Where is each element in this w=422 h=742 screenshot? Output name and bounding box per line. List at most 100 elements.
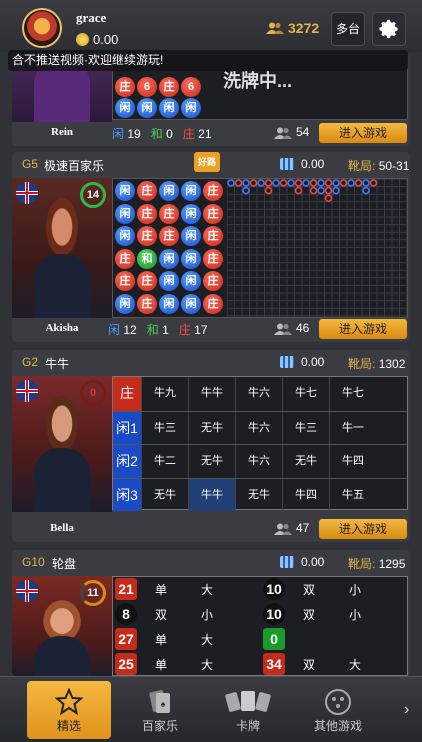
bead-cell: 闲 [159,248,179,269]
niuniu-row: 闲3 无牛 牛牛 无牛 牛四 牛五 [113,477,407,511]
niuniu-row: 闲2 牛二 无牛 牛六 无牛 牛四 [113,444,407,478]
roulette-number: 21 [115,578,137,600]
roulette-row: 25 单 大 [115,652,255,675]
dealer-name: Rein [51,126,73,138]
bead-cell: 闲 [181,181,201,201]
card-header: G2 牛牛 0.00 靴局: 1302 [12,350,410,374]
niuniu-cell: 牛六 [235,377,282,411]
enter-game-button[interactable]: 进入游戏 [319,123,407,143]
game-name: 极速百家乐 [44,159,105,173]
round-label: 靴局: [348,357,376,371]
card-header: G5 极速百家乐 好路 0.00 靴局: 50-31 [12,152,410,176]
bead-cell: 庄 [203,293,223,314]
players-count: 54 [296,125,310,139]
niuniu-cell: 无牛 [282,445,329,478]
game-name: 牛牛 [45,357,70,371]
niuniu-cell: 牛六 [235,445,282,478]
roulette-row: 10 双 小 [263,577,403,601]
niuniu-cell: 牛四 [282,478,329,511]
settings-button[interactable] [372,12,406,46]
big-road-mark [362,179,370,187]
bead-cell: 庄 [203,181,223,201]
bead-cell: 闲 [115,293,135,314]
roulette-number: 10 [263,603,285,625]
roulette-size: 大 [200,658,213,672]
card-header: G10 轮盘 0.00 靴局: 1295 [12,550,410,574]
bead-cell: 闲 [115,181,135,201]
bead-cell: 闲 [159,293,179,314]
big-road-mark [294,179,303,187]
dealer-photo[interactable]: 14 [12,178,112,318]
bead-cell: 6 [137,77,157,97]
dealer-figure [34,448,90,512]
big-road-mark [264,186,273,195]
bead-cell: 闲 [137,98,157,118]
shoe-value: 0.00 [301,157,325,171]
roulette-row: 8 双 小 [115,602,255,626]
bead-cell: 闲 [115,98,135,118]
roulette-size: 大 [200,633,213,647]
bead-cell: 庄 [137,181,157,201]
dealer-photo[interactable]: 11 [12,576,112,676]
banker-count: 17 [194,323,208,337]
enter-game-button[interactable]: 进入游戏 [319,519,407,539]
big-road-mark [309,186,318,195]
big-road-mark [309,179,318,187]
roulette-parity: 单 [154,583,167,597]
top-header: grace 0.00 3272 多台 [0,0,422,52]
tab-label: 卡牌 [235,719,260,733]
tie-label: 和 [146,323,159,337]
bead-cell: 庄 [115,77,135,97]
uk-flag-icon [16,380,38,402]
players-icon [274,127,292,139]
roulette-parity: 双 [302,583,315,597]
big-road-mark [354,179,363,187]
big-road [227,179,407,317]
niuniu-cell: 牛三 [282,411,329,444]
dealer-photo[interactable]: 0 [12,376,112,512]
big-road-mark [287,179,295,187]
card-deck-icon [225,691,271,712]
result-stats: 闲 19 和 0 庄 21 [112,125,212,142]
bead-cell: 庄 [203,271,223,291]
shoe-icon [280,556,294,568]
roulette-row: 10 双 小 [263,602,403,626]
bottom-tab-bar: 精选 ♠ 百家乐 卡牌 其他游戏 › [0,676,422,742]
multi-table-button[interactable]: 多台 [331,12,365,46]
big-road-mark [257,179,265,187]
roulette-size: 大 [200,583,213,597]
bead-cell: 庄 [115,248,135,269]
dealer-figure [34,636,90,676]
enter-game-button[interactable]: 进入游戏 [319,319,407,339]
bead-cell: 闲 [159,181,179,201]
tab-cards[interactable]: 卡牌 [206,681,290,739]
tab-label: 其他游戏 [313,719,362,733]
roulette-size: 小 [348,608,361,622]
niuniu-cell: 牛六 [235,411,282,444]
niuniu-cell: 牛九 [141,377,188,411]
big-road-mark [324,186,333,195]
round-info: 靴局: 1295 [348,555,405,572]
avatar[interactable] [22,8,62,48]
round-value: 50-31 [378,159,410,173]
player-count: 12 [123,323,137,337]
big-road-mark [272,179,280,187]
bead-cell: 庄 [137,203,157,224]
banker-label: 庄 [182,127,195,141]
dealer-figure [34,254,90,318]
dice-icon [325,689,351,715]
big-road-mark [332,186,340,195]
roulette-parity: 单 [154,633,167,647]
chevron-right-icon[interactable]: › [404,701,409,719]
round-info: 靴局: 50-31 [348,157,409,174]
round-value: 1302 [378,357,406,371]
players-count: 46 [296,321,310,335]
announcement-marquee: 合不推送视频·欢迎继续游玩! [8,50,408,71]
bead-cell: 庄 [137,226,157,246]
tab-featured[interactable]: 精选 [27,681,111,739]
bead-cell: 闲 [181,203,201,224]
game-id: G5 [22,157,39,171]
tab-baccarat[interactable]: ♠ 百家乐 [118,681,202,739]
tab-other-games[interactable]: 其他游戏 [296,681,380,739]
username: grace [76,10,107,25]
